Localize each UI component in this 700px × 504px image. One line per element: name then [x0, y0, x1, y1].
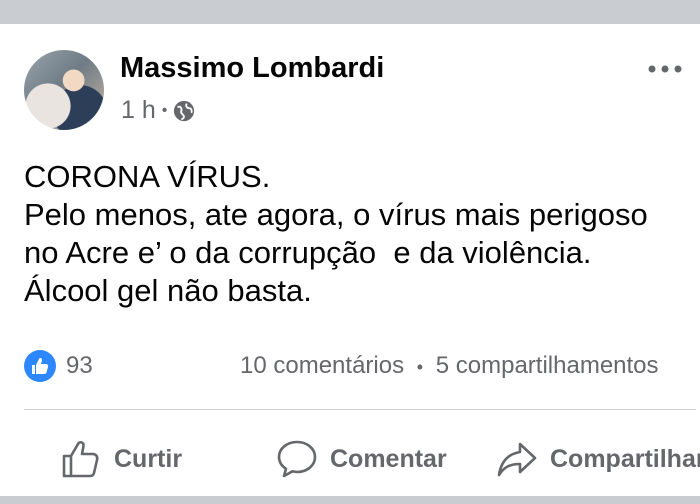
share-button-label: Compartilhar — [550, 444, 700, 473]
like-button-label: Curtir — [114, 444, 183, 473]
globe-icon — [174, 100, 195, 121]
post-card: Massimo Lombardi 1 h • CORONA VÍRUS. Pel… — [0, 24, 700, 496]
divider — [24, 409, 696, 410]
post-text: CORONA VÍRUS. Pelo menos, ate agora, o v… — [24, 158, 684, 310]
share-arrow-icon — [497, 442, 537, 477]
post-meta: 1 h • — [121, 96, 195, 125]
post-text-line: CORONA VÍRUS. — [24, 159, 271, 194]
post-time[interactable]: 1 h — [121, 96, 156, 125]
reaction-summary[interactable]: 93 — [24, 350, 93, 382]
like-button[interactable]: Curtir — [60, 438, 182, 480]
like-reaction-icon — [24, 350, 56, 382]
comment-button-label: Comentar — [330, 444, 447, 473]
comment-bubble-icon — [277, 440, 317, 478]
shares-count[interactable]: 5 compartilhamentos — [436, 352, 659, 379]
post-text-line: Álcool gel não basta. — [24, 273, 312, 308]
post-text-line: Pelo menos, ate agora, o vírus mais peri… — [24, 197, 648, 232]
comment-button[interactable]: Comentar — [276, 438, 447, 480]
post-text-line: no Acre e’ o da corrupção e da violência… — [24, 235, 592, 270]
comments-count[interactable]: 10 comentários — [240, 352, 404, 379]
meta-separator: • — [161, 101, 168, 119]
author-name[interactable]: Massimo Lombardi — [120, 52, 384, 85]
counts-separator: • — [416, 357, 424, 377]
engagement-counts: 10 comentários • 5 compartilhamentos — [240, 352, 659, 380]
share-button[interactable]: Compartilhar — [496, 438, 700, 480]
reaction-count: 93 — [66, 352, 93, 379]
thumbs-up-icon — [62, 440, 99, 478]
more-options-icon[interactable] — [646, 60, 686, 78]
author-avatar[interactable] — [24, 50, 104, 130]
